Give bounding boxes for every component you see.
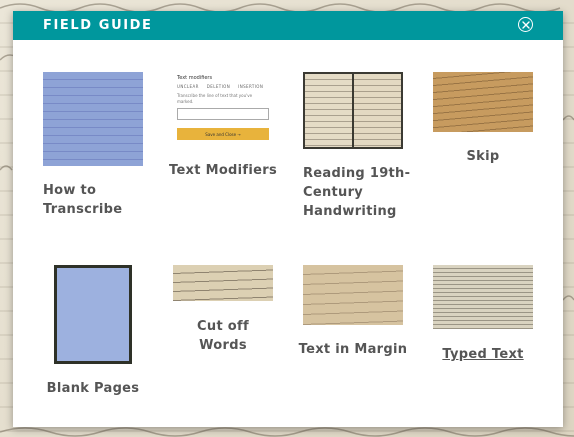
close-button[interactable] [518,17,533,32]
guide-item-label: Reading 19th- Century Handwriting [303,166,411,219]
close-icon [521,20,530,29]
guide-item-reading-handwriting[interactable]: Reading 19th- Century Handwriting [303,72,413,232]
text-modifiers-thumbnail: Text modifiers UNCLEAR DELETION INSERTION … [173,72,273,146]
modal-header: FIELD GUIDE [13,11,563,40]
guide-item-text-modifiers[interactable]: Text modifiers UNCLEAR DELETION INSERTION … [169,72,277,202]
thumb-modifiers-tabs: UNCLEAR DELETION INSERTION [177,84,264,89]
guide-item-label: Cut off Words [197,319,249,353]
margin-note-thumbnail [303,265,403,325]
guide-item-label: Blank Pages [46,381,140,396]
guide-item-label: Skip [466,149,500,164]
guide-item-typed-text[interactable]: Typed Text [433,265,533,365]
manuscript-thumbnail [43,72,143,166]
guide-item-text-in-margin[interactable]: Text in Margin [299,265,407,365]
guide-item-cut-off-words[interactable]: Cut off Words [173,265,273,353]
thumb-modifiers-title: Text modifiers [177,75,213,81]
guide-item-skip[interactable]: Skip [433,72,533,182]
handwriting-strip-thumbnail [173,265,273,301]
guide-item-blank-pages[interactable]: Blank Pages [43,265,143,405]
thumb-modifiers-description: Transcribe the line of text that you've … [177,93,253,104]
guide-item-label: Text in Margin [298,342,408,357]
guide-item-how-to-transcribe[interactable]: How to Transcribe [43,72,153,222]
typed-document-thumbnail [433,265,533,329]
blank-page-thumbnail [54,265,132,364]
field-guide-modal: FIELD GUIDE How to Transcribe Text modif… [13,11,563,427]
guide-item-label: Text Modifiers [169,163,277,178]
modal-title: FIELD GUIDE [43,18,153,33]
guide-item-label: Typed Text [442,347,524,362]
guide-item-label: How to Transcribe [43,183,123,217]
sepia-letter-thumbnail [433,72,533,132]
thumb-modifiers-button: Save and Close → [177,128,269,140]
thumb-modifiers-input [177,108,269,120]
open-book-thumbnail [303,72,403,149]
